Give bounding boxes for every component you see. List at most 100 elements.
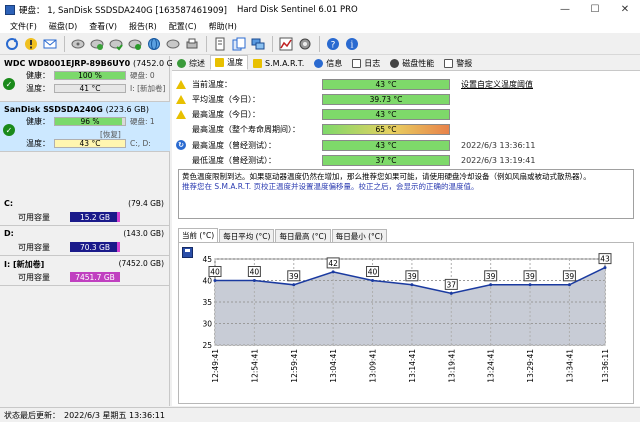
maximize-button[interactable]: ☐	[580, 0, 610, 19]
temperature-timestamp: 2022/6/3 13:19:41	[461, 155, 536, 165]
health-bar: 96 %	[54, 117, 126, 126]
disk-test-icon[interactable]	[164, 35, 182, 53]
chart-tab-daily-max[interactable]: 每日最高 (°C)	[275, 229, 331, 242]
data-point	[449, 291, 453, 295]
temperature-timestamp: 2022/6/3 13:36:11	[461, 140, 536, 150]
chart-pane: 25 30 35 40 45 40 40 39 42 40 39 37 39 39 39 43 12:49:41…	[178, 242, 634, 404]
data-label: 43	[600, 255, 610, 264]
volume-size: (79.4 GB)	[128, 199, 164, 208]
tab-info[interactable]: 信息	[309, 56, 347, 70]
close-button[interactable]: ✕	[610, 0, 640, 19]
y-tick-label: 45	[202, 255, 212, 264]
tab-log[interactable]: 日志	[347, 56, 385, 70]
status-value: 2022/6/3 星期五 13:36:11	[64, 410, 165, 420]
help-icon[interactable]: ?	[324, 35, 342, 53]
disk-item-wdc[interactable]: WDC WD8001EJRP-89B6UY0 (7452.0 GB) ✓ 健康：…	[0, 56, 181, 102]
network-icon[interactable]	[249, 35, 267, 53]
data-point	[252, 279, 256, 282]
disk-name: WDC WD8001EJRP-89B6UY0	[4, 59, 131, 68]
data-label: 39	[289, 272, 299, 281]
menu-disk[interactable]: 磁盘(D)	[43, 21, 83, 32]
temperature-value: 43 °C	[375, 109, 397, 119]
x-tick-label: 13:09:41	[369, 349, 378, 383]
y-tick-label: 40	[202, 277, 212, 286]
temperature-value: 43 °C	[375, 79, 397, 89]
message-warning: 黄色温度限制到达。如果驱动器温度仍然在增加，那么推荐您如果可能，请使用硬盘冷却设…	[182, 172, 591, 181]
tab-overview[interactable]: 综述	[172, 56, 210, 70]
data-label: 39	[525, 272, 535, 281]
toolbar-separator	[272, 35, 273, 52]
chart-tab-daily-min[interactable]: 每日最小 (°C)	[331, 229, 387, 242]
temperature-label: 最低温度（曾经测试）：	[192, 155, 276, 165]
temp-value: 43 °C	[79, 139, 101, 148]
chart-tab-current[interactable]: 当前 (°C)	[178, 228, 219, 242]
temperature-value: 39.73 °C	[369, 94, 403, 104]
report-icon[interactable]	[211, 35, 229, 53]
volume-size: (143.0 GB)	[123, 229, 164, 238]
menu-view[interactable]: 查看(V)	[83, 21, 123, 32]
x-tick-label: 13:36:11	[601, 349, 610, 383]
details-panel: 综述 温度 S.M.A.R.T. 信息 日志 磁盘性能 警报 当前温度： 43 °…	[172, 55, 640, 406]
disk-check-icon[interactable]	[88, 35, 106, 53]
data-label: 42	[328, 259, 338, 268]
volume-item-d[interactable]: D: (143.0 GB) 可用容量 70.3 GB	[0, 227, 170, 256]
y-tick-label: 30	[202, 320, 212, 329]
svg-text:?: ?	[331, 40, 336, 50]
settings-icon[interactable]	[296, 35, 314, 53]
free-space-value: 7451.7 GB	[75, 272, 115, 282]
temperature-label: 最高温度（整个寿命周期间）：	[192, 124, 300, 134]
disk-globe-icon[interactable]	[145, 35, 163, 53]
tab-performance[interactable]: 磁盘性能	[385, 56, 439, 70]
free-space-bar: 7451.7 GB	[70, 272, 120, 282]
alert-icon[interactable]	[22, 35, 40, 53]
tab-temperature[interactable]: 温度	[210, 55, 248, 70]
x-tick-label: 12:49:41	[211, 349, 220, 383]
disk-ok-icon[interactable]	[107, 35, 125, 53]
performance-icon	[390, 58, 400, 68]
copy-icon[interactable]	[230, 35, 248, 53]
tab-smart[interactable]: S.M.A.R.T.	[248, 56, 309, 70]
menu-report[interactable]: 报告(R)	[123, 21, 163, 32]
free-label: 可用容量	[18, 243, 50, 252]
menu-help[interactable]: 帮助(H)	[203, 21, 243, 32]
temp-label: 温度：	[26, 139, 50, 148]
temperature-row: 平均温度（今日）： 39.73 °C	[176, 92, 636, 106]
window-title-app: Hard Disk Sentinel 6.01 PRO	[236, 4, 358, 15]
refresh-icon[interactable]	[3, 35, 21, 53]
x-tick-label: 13:29:41	[526, 349, 535, 383]
data-label: 40	[210, 268, 220, 277]
disk-item-sandisk[interactable]: SanDisk SSDSDA240G (223.6 GB) ✓ 健康： 96 %…	[0, 102, 170, 152]
x-tick-label: 12:54:41	[250, 349, 259, 383]
title-bar: 硬盘： 1, SanDisk SSDSDA240G [163587461909]…	[0, 0, 640, 19]
temperature-bar: 43 °C	[322, 78, 450, 90]
chart-tab-daily-avg[interactable]: 每日平均 (°C)	[219, 229, 275, 242]
smart-icon	[253, 58, 262, 68]
health-value: 96 %	[80, 117, 100, 126]
minimize-button[interactable]: —	[550, 0, 580, 19]
volume-item-i[interactable]: I: [新加卷] (7452.0 GB) 可用容量 7451.7 GB	[0, 257, 170, 286]
disk-go-icon[interactable]	[126, 35, 144, 53]
temperature-label: 最高温度（今日）：	[192, 109, 260, 119]
health-label: 健康：	[26, 117, 50, 126]
chart-icon[interactable]	[277, 35, 295, 53]
disk-icon[interactable]	[69, 35, 87, 53]
overview-icon	[177, 58, 186, 68]
tab-alerts[interactable]: 警报	[439, 56, 477, 70]
temp-label: 温度：	[26, 84, 50, 93]
menu-config[interactable]: 配置(C)	[163, 21, 203, 32]
temperature-bar: 39.73 °C	[322, 93, 450, 105]
warning-icon	[176, 79, 186, 89]
data-point	[371, 279, 375, 282]
health-value: 100 %	[78, 71, 102, 80]
mail-icon[interactable]	[41, 35, 59, 53]
disk-print-icon[interactable]	[183, 35, 201, 53]
custom-threshold-link[interactable]: 设置自定义温度阈值	[461, 79, 533, 90]
info-icon[interactable]: i	[343, 35, 361, 53]
app-icon	[5, 4, 15, 15]
disk-index: 硬盘: 1	[130, 117, 155, 126]
temp-bar: 43 °C	[54, 139, 126, 148]
menu-file[interactable]: 文件(F)	[4, 21, 43, 32]
y-tick-label: 25	[202, 341, 212, 350]
volume-item-c[interactable]: C: (79.4 GB) 可用容量 15.2 GB	[0, 197, 170, 226]
data-point	[528, 283, 532, 287]
